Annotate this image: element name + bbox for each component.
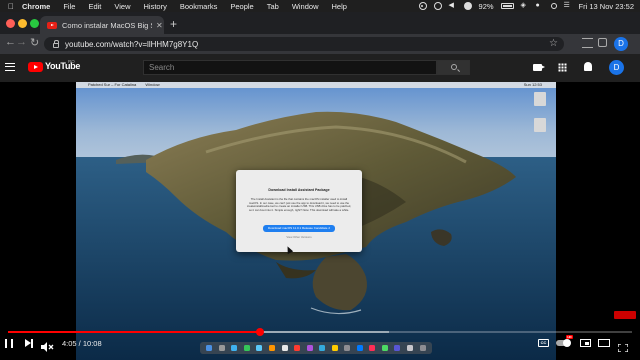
menu-history[interactable]: History — [144, 2, 167, 11]
pause-button[interactable] — [5, 339, 13, 348]
time-display: 4:05 / 10:08 — [62, 339, 102, 348]
fullscreen-button[interactable] — [617, 339, 629, 353]
menu-file[interactable]: File — [63, 2, 75, 11]
extensions-icon[interactable] — [598, 38, 607, 47]
channel-watermark[interactable] — [614, 311, 636, 319]
youtube-account-avatar[interactable]: D — [609, 60, 624, 75]
dialog-title: Download Install Assistant Package — [268, 188, 330, 192]
install-assistant-dialog: Download Install Assistant Package The I… — [236, 170, 362, 252]
user-switch-icon[interactable]: ● — [536, 2, 544, 10]
menu-bookmarks[interactable]: Bookmarks — [180, 2, 218, 11]
forward-icon[interactable]: → — [16, 36, 27, 48]
browser-tab[interactable]: Como instalar MacOS Big Sur e ✕ — [40, 16, 164, 34]
apps-grid-icon[interactable] — [558, 63, 567, 72]
menu-window[interactable]: Window — [292, 2, 319, 11]
inner-menu-window: Window — [145, 82, 160, 87]
muted-speaker-icon — [41, 342, 54, 352]
menu-view[interactable]: View — [114, 2, 130, 11]
country-code: RO — [68, 59, 75, 64]
fullscreen-icon — [617, 343, 629, 353]
apple-menu-icon[interactable]:  — [0, 2, 22, 11]
search-button[interactable] — [437, 60, 470, 75]
control-center-icon[interactable]: ☰ — [564, 2, 572, 10]
menu-clock[interactable]: Fri 13 Nov 23:52 — [579, 2, 634, 11]
miniplayer-button[interactable] — [580, 339, 591, 347]
record-icon[interactable] — [418, 2, 427, 10]
menu-people[interactable]: People — [230, 2, 253, 11]
mute-button[interactable] — [41, 339, 55, 352]
time-machine-icon[interactable] — [433, 2, 442, 10]
dialog-body: The Install Assistant is the file that c… — [246, 197, 352, 212]
reload-icon[interactable]: ↻ — [30, 36, 39, 49]
progress-played — [8, 331, 261, 333]
download-macos-button: Download macOS 11.0.1 Release Candidate … — [263, 225, 335, 232]
create-video-icon[interactable] — [533, 64, 545, 71]
wifi-icon[interactable]: ◈ — [521, 2, 529, 10]
minimize-window-button[interactable] — [18, 19, 27, 28]
inner-clock: Sun 12:53 — [523, 82, 542, 87]
youtube-favicon-icon — [47, 21, 57, 29]
url-text: youtube.com/watch?v=llHHM7g8Y1Q — [65, 39, 199, 49]
tab-title: Como instalar MacOS Big Sur e — [62, 20, 152, 30]
subtitles-cc-button[interactable]: CC — [538, 339, 549, 347]
view-other-versions-link: View Other Versions — [286, 235, 312, 239]
hamburger-menu-icon[interactable] — [5, 63, 15, 71]
bookmark-star-icon[interactable]: ☆ — [549, 38, 558, 49]
spotlight-icon[interactable] — [550, 3, 557, 9]
back-icon[interactable]: ← — [5, 36, 16, 48]
vpn-icon[interactable] — [463, 2, 472, 10]
search-icon — [451, 64, 457, 70]
volume-icon[interactable]: ◀ — [449, 2, 457, 10]
search-input[interactable]: Search — [143, 60, 437, 75]
menu-app-name[interactable]: Chrome — [22, 2, 50, 11]
battery-icon[interactable] — [500, 3, 514, 9]
media-control-icon[interactable] — [582, 38, 593, 48]
close-window-button[interactable] — [6, 19, 15, 28]
desktop-installer-icon — [534, 118, 546, 132]
theater-mode-button[interactable] — [598, 339, 610, 347]
menu-help[interactable]: Help — [332, 2, 347, 11]
zoom-window-button[interactable] — [30, 19, 39, 28]
next-video-button[interactable] — [25, 338, 33, 348]
youtube-logo-icon[interactable] — [28, 62, 43, 72]
new-tab-button[interactable]: + — [170, 17, 177, 31]
battery-percent: 92% — [478, 1, 494, 11]
menu-edit[interactable]: Edit — [88, 2, 101, 11]
notifications-bell-icon[interactable] — [584, 62, 592, 71]
hd-badge: HD — [566, 335, 573, 339]
desktop-drive-icon — [534, 92, 546, 106]
address-bar[interactable]: youtube.com/watch?v=llHHM7g8Y1Q ☆ — [44, 37, 564, 51]
menu-tab[interactable]: Tab — [267, 2, 279, 11]
close-tab-icon[interactable]: ✕ — [156, 21, 163, 30]
inner-app-name: Patched Sur – For Catalina — [88, 82, 137, 87]
lock-icon[interactable] — [53, 39, 59, 48]
macos-menu-bar:  Chrome File Edit View History Bookmark… — [0, 0, 640, 12]
browser-profile-avatar[interactable]: D — [614, 37, 628, 51]
inner-mac-menu-bar: Patched Sur – For Catalina Window Sun 12… — [76, 82, 556, 88]
autoplay-toggle[interactable] — [556, 339, 571, 347]
